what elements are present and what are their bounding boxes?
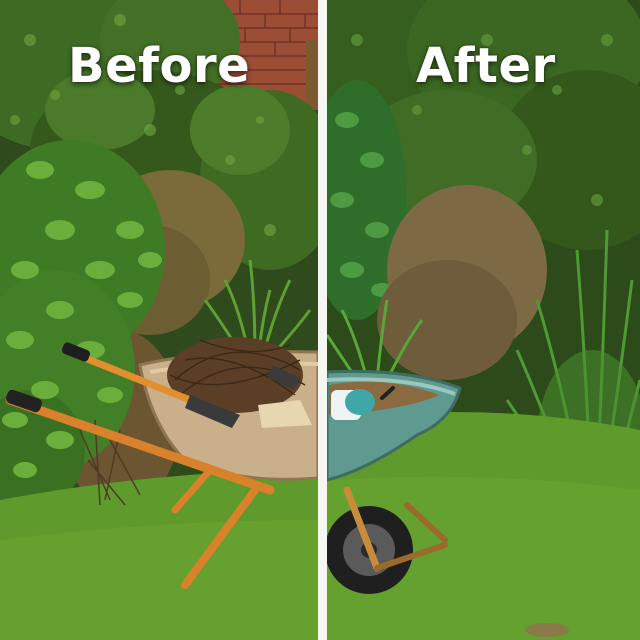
before-after-photo: Before After: [0, 0, 640, 640]
after-label: After: [416, 38, 556, 94]
before-panel: [0, 0, 318, 640]
after-panel: [327, 0, 640, 640]
after-garden-scene: [327, 0, 640, 640]
before-label: Before: [68, 38, 251, 94]
split-divider: [318, 0, 327, 640]
before-garden-scene: [0, 0, 318, 640]
fallen-leaf: [525, 623, 569, 637]
teal-bottle-cap: [345, 389, 375, 415]
